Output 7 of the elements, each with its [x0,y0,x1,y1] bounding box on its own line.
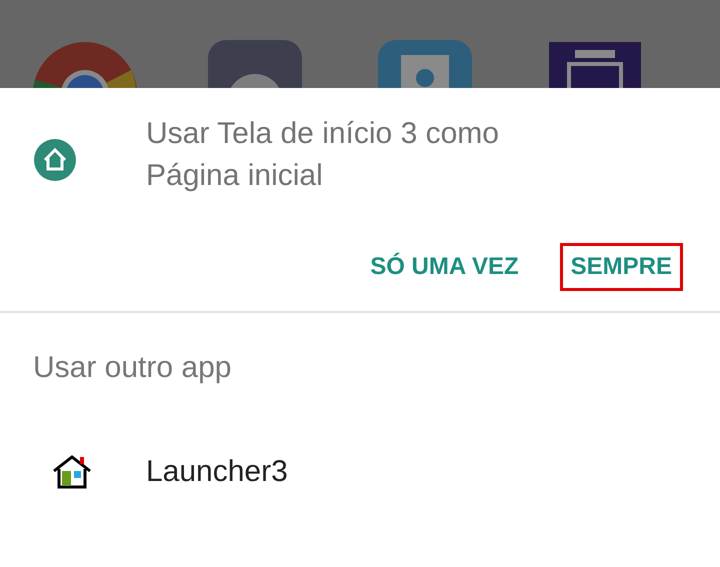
always-button[interactable]: SEMPRE [560,243,683,291]
home-icon [34,139,76,181]
app-name[interactable]: Launcher3 [146,455,288,489]
dialog-title: Usar Tela de início 3 como Página inicial [146,116,500,194]
just-once-button[interactable]: SÓ UMA VEZ [359,243,530,291]
section-heading: Usar outro app [32,350,232,385]
house-icon[interactable] [52,455,92,489]
